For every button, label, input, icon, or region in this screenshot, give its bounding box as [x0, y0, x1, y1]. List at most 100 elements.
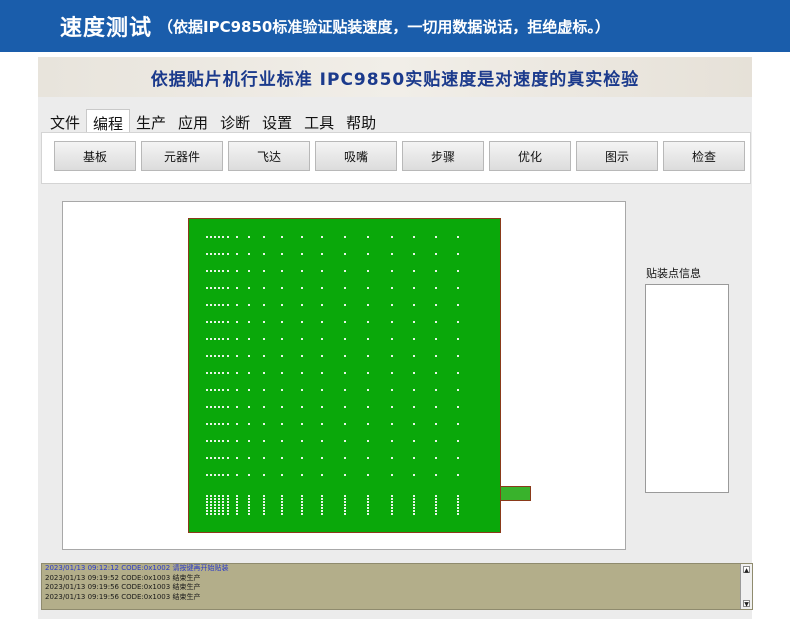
placement-point: [281, 321, 283, 323]
placement-point: [344, 510, 346, 512]
placement-point: [457, 504, 459, 506]
placement-point: [321, 253, 323, 255]
placement-point: [248, 423, 250, 425]
placement-point: [206, 355, 208, 357]
placement-point: [413, 389, 415, 391]
feeder-button[interactable]: 飞达: [228, 141, 310, 171]
placement-point: [344, 406, 346, 408]
placement-point: [391, 498, 393, 500]
placement-point: [281, 501, 283, 503]
placement-point: [457, 406, 459, 408]
menu-bar: 文件 编程 生产 应用 诊断 设置 工具 帮助: [38, 107, 752, 133]
placement-point: [321, 457, 323, 459]
placement-point: [301, 498, 303, 500]
placement-point: [263, 389, 265, 391]
placement-point: [248, 507, 250, 509]
placement-point: [227, 406, 229, 408]
placement-point: [206, 501, 208, 503]
placement-point: [344, 321, 346, 323]
placement-point: [367, 389, 369, 391]
menu-program[interactable]: 编程: [86, 109, 131, 133]
placement-point: [263, 474, 265, 476]
placement-point: [222, 501, 224, 503]
placement-point: [344, 440, 346, 442]
placement-point: [227, 270, 229, 272]
app-title: 依据贴片机行业标准 IPC9850实贴速度是对速度的真实检验: [150, 69, 640, 90]
menu-settings[interactable]: 设置: [256, 109, 298, 133]
placement-point: [321, 321, 323, 323]
placement-point: [301, 474, 303, 476]
placement-point: [344, 253, 346, 255]
placement-point: [222, 474, 224, 476]
placement-point: [210, 501, 212, 503]
placement-point: [367, 253, 369, 255]
placement-point: [206, 507, 208, 509]
placement-point: [214, 510, 216, 512]
substrate-button[interactable]: 基板: [54, 141, 136, 171]
placement-point: [214, 389, 216, 391]
placement-point: [344, 270, 346, 272]
placement-point: [391, 457, 393, 459]
placement-info-box: [645, 284, 729, 493]
placement-point: [227, 474, 229, 476]
nozzle-button[interactable]: 吸嘴: [315, 141, 397, 171]
optimize-button[interactable]: 优化: [489, 141, 571, 171]
pcb-board: [188, 218, 501, 533]
placement-point: [435, 389, 437, 391]
placement-point: [367, 287, 369, 289]
placement-point: [263, 338, 265, 340]
placement-point: [263, 495, 265, 497]
placement-point: [236, 423, 238, 425]
board-view-canvas[interactable]: [62, 201, 626, 550]
inspect-button[interactable]: 检查: [663, 141, 745, 171]
placement-point: [214, 474, 216, 476]
placement-point: [301, 510, 303, 512]
placement-point: [457, 495, 459, 497]
placement-point: [222, 513, 224, 515]
scroll-up-icon[interactable]: ▲: [743, 566, 750, 574]
placement-point: [218, 406, 220, 408]
placement-point: [236, 507, 238, 509]
placement-point: [344, 457, 346, 459]
placement-point: [281, 474, 283, 476]
placement-point: [344, 513, 346, 515]
placement-point: [263, 253, 265, 255]
log-scrollbar[interactable]: ▲ ▼: [740, 564, 752, 609]
placement-point: [435, 440, 437, 442]
placement-point: [457, 355, 459, 357]
placement-point: [218, 457, 220, 459]
placement-point: [227, 372, 229, 374]
placement-point: [344, 355, 346, 357]
scroll-down-icon[interactable]: ▼: [743, 600, 750, 608]
placement-point: [281, 270, 283, 272]
menu-application[interactable]: 应用: [172, 109, 214, 133]
placement-point: [227, 304, 229, 306]
placement-point: [281, 372, 283, 374]
menu-production[interactable]: 生产: [130, 109, 172, 133]
menu-help[interactable]: 帮助: [340, 109, 382, 133]
placement-point: [367, 372, 369, 374]
menu-tools[interactable]: 工具: [298, 109, 340, 133]
placement-point: [413, 507, 415, 509]
event-log-panel: 2023/01/13 09:12:12 CODE:0x1002 请按键再开始贴装…: [41, 563, 753, 610]
placement-point: [248, 510, 250, 512]
placement-point: [321, 338, 323, 340]
diagram-button[interactable]: 图示: [576, 141, 658, 171]
placement-point: [214, 457, 216, 459]
placement-point: [218, 321, 220, 323]
placement-point: [413, 504, 415, 506]
promo-banner: 速度测试 （依据IPC9850标准验证贴装速度，一切用数据说话，拒绝虚标。）: [0, 0, 790, 52]
placement-point: [457, 440, 459, 442]
placement-point: [206, 504, 208, 506]
board-edge-tab: [500, 486, 531, 501]
placement-point: [457, 253, 459, 255]
components-button[interactable]: 元器件: [141, 141, 223, 171]
placement-point: [301, 389, 303, 391]
placement-point: [367, 236, 369, 238]
placement-point: [214, 498, 216, 500]
menu-diagnostics[interactable]: 诊断: [214, 109, 256, 133]
placement-point: [206, 423, 208, 425]
placement-point: [214, 321, 216, 323]
steps-button[interactable]: 步骤: [402, 141, 484, 171]
menu-file[interactable]: 文件: [44, 109, 86, 133]
